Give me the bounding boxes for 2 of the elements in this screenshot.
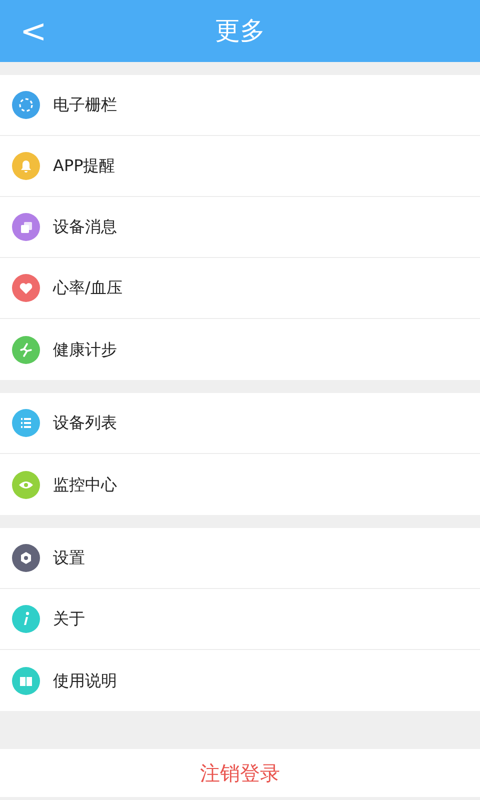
page-title: 更多 bbox=[215, 15, 265, 47]
logout-button[interactable]: 注销登录 bbox=[0, 749, 480, 797]
